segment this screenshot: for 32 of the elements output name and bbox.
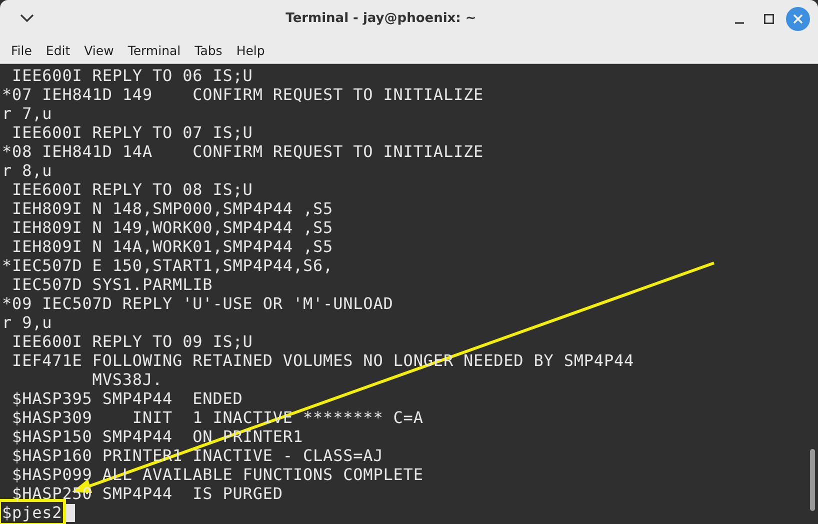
terminal-line: IEE600I REPLY TO 06 IS;U [11,66,254,85]
window-title: Terminal - jay@phoenix: ~ [284,11,478,26]
menu-item[interactable]: Edit [38,40,78,60]
terminal-line: $HASP250 SMP4P44 IS PURGED [11,484,284,503]
terminal-line: *07 IEH841D 149 CONFIRM REQUEST TO INITIALIZE [2,85,485,104]
terminal-line: r 9,u [2,313,54,332]
terminal-line: IEH809I N 14A,WORK01,SMP4P44 ,S5 [11,237,334,256]
terminal-line: IEC507D SYS1.PARMLIB [11,275,214,294]
terminal-line: IEE600I REPLY TO 08 IS;U [11,180,254,199]
terminal-line: $HASP395 SMP4P44 ENDED [11,389,244,408]
terminal-line: MVS38J. [91,370,164,389]
terminal-line: $HASP150 SMP4P44 ON PRINTER1 [11,427,304,446]
terminal-line: IEH809I N 148,SMP000,SMP4P44 ,S5 [11,199,334,218]
menu-item[interactable]: Help [229,40,272,60]
terminal-line: IEH809I N 149,WORK00,SMP4P44 ,S5 [11,218,334,237]
terminal-line: *09 IEC507D REPLY 'U'-USE OR 'M'-UNLOAD [2,294,394,313]
terminal-line: r 8,u [2,161,54,180]
terminal-line: *IEC507D E 150,START1,SMP4P44,S6, [2,256,334,275]
terminal-line: *08 IEH841D 14A CONFIRM REQUEST TO INITIALIZE [2,142,485,161]
terminal-line: r 7,u [2,104,54,123]
menu-item[interactable]: Tabs [188,40,230,60]
menu-item[interactable]: Terminal [120,40,188,60]
terminal-line: IEE600I REPLY TO 09 IS;U [11,332,254,351]
terminal-line: IEE600I REPLY TO 07 IS;U [11,123,254,142]
scrollbar-thumb[interactable] [810,449,815,511]
chevron-down-icon [20,14,34,23]
close-icon [793,14,803,24]
menu-item[interactable]: File [4,40,39,60]
maximize-icon [764,14,774,24]
text-cursor [66,504,76,522]
menu-item[interactable]: View [77,40,121,60]
minimize-icon [734,22,744,24]
